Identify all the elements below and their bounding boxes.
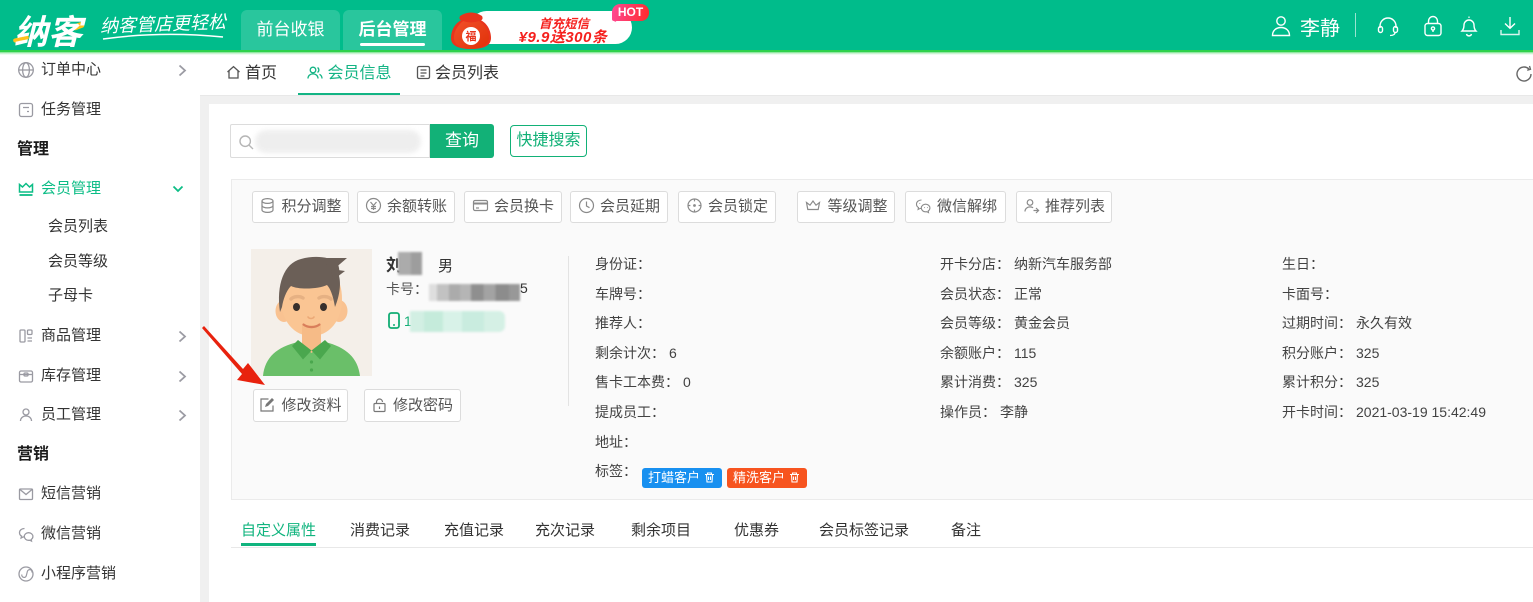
svg-text:福: 福 <box>466 29 477 43</box>
